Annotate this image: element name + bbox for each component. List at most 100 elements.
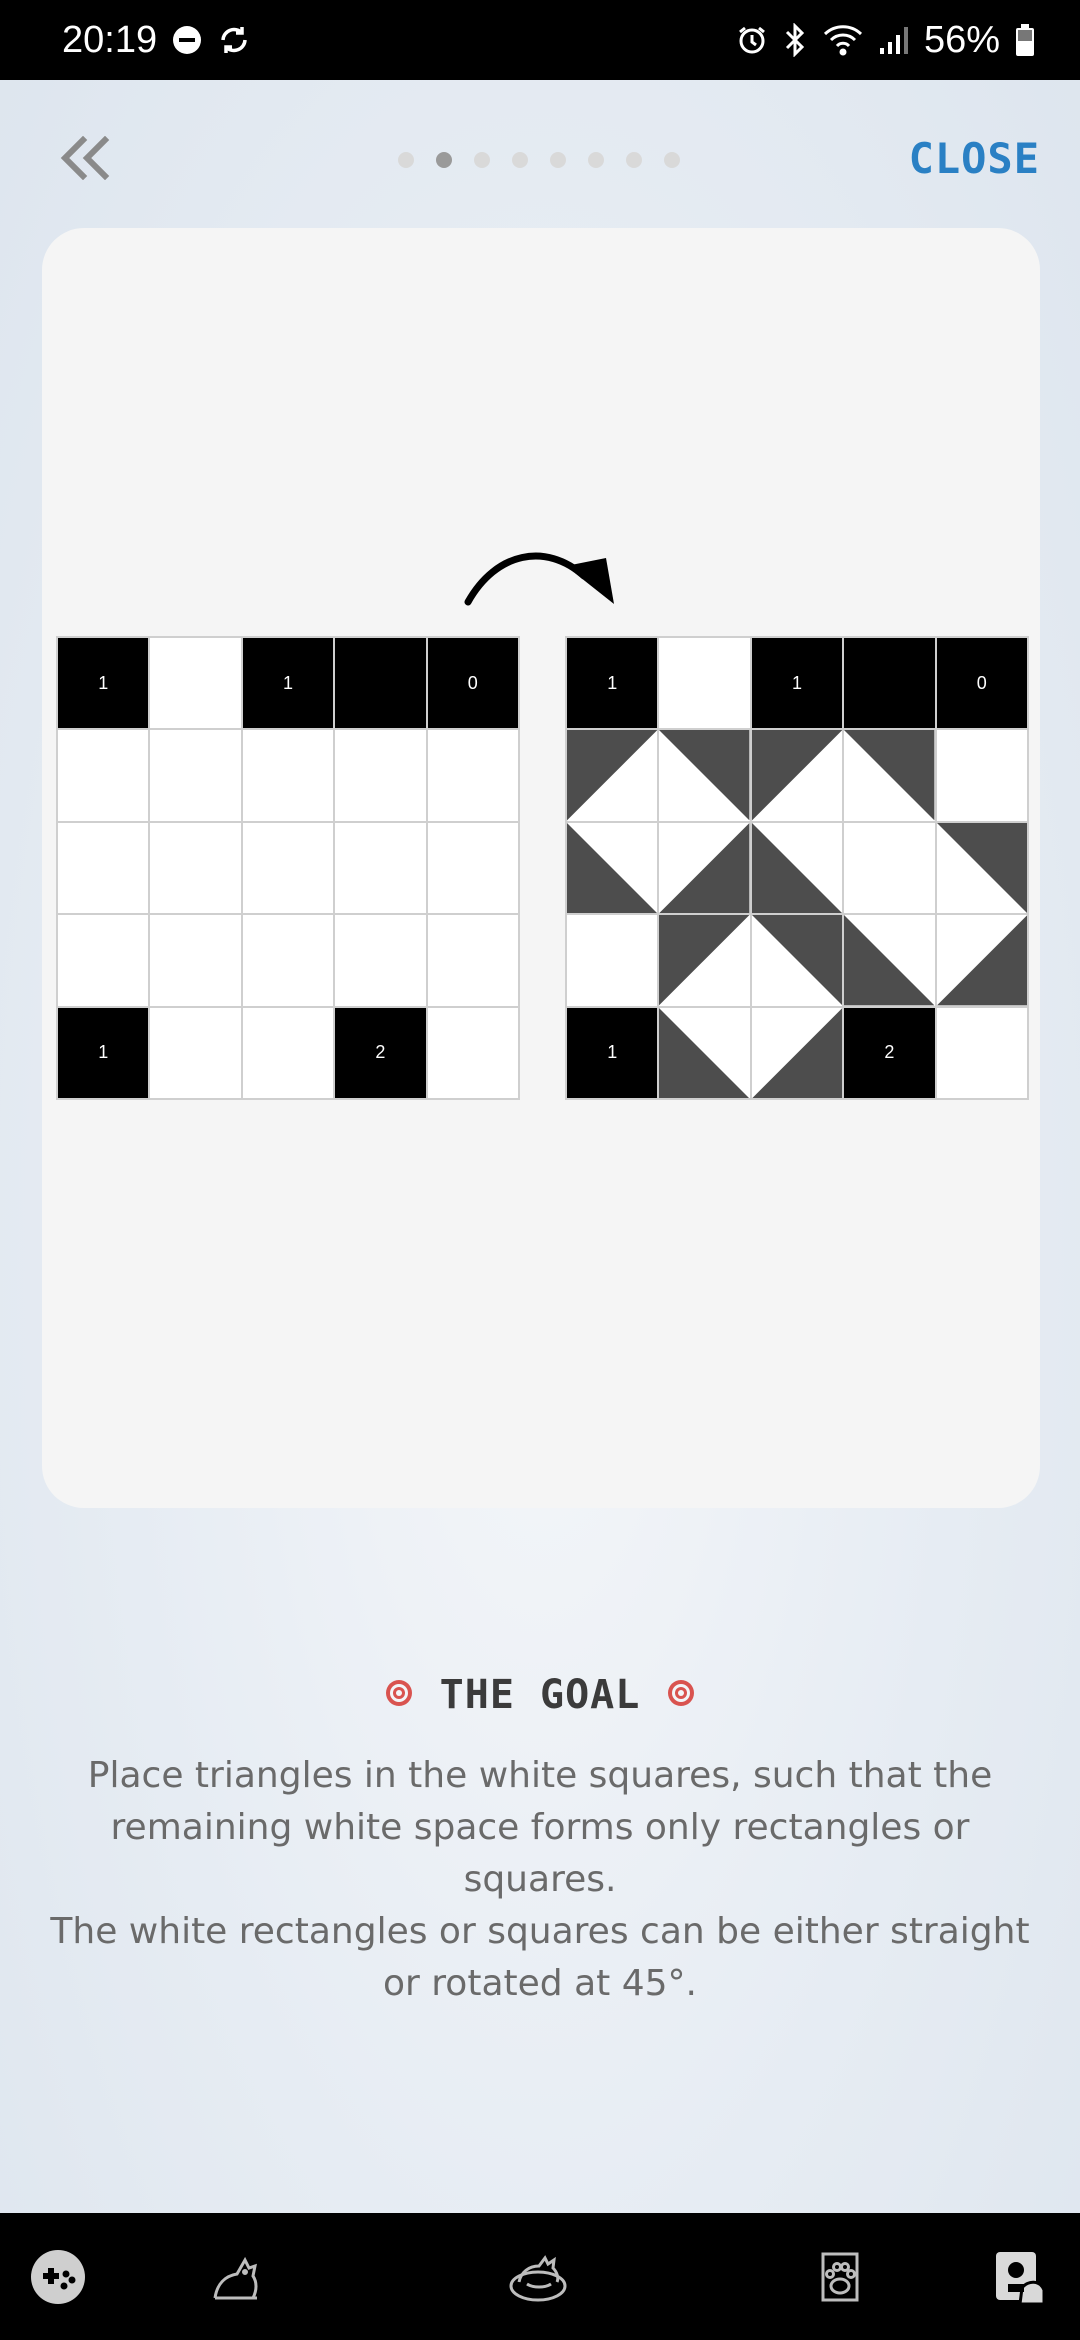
bluetooth-icon — [782, 23, 808, 57]
nav-cat-stretch[interactable] — [206, 2249, 266, 2309]
cell-clue: 1 — [98, 672, 109, 693]
cell-clue: 1 — [791, 672, 802, 693]
nav-profile[interactable] — [990, 2249, 1050, 2309]
alarm-icon — [736, 24, 768, 56]
grid-cell-triangle — [936, 822, 1027, 914]
cell-clue: 1 — [282, 672, 293, 693]
grid-cell-white — [659, 638, 750, 729]
grid-cell-white — [427, 730, 518, 821]
page-dot-1[interactable] — [398, 152, 414, 168]
grid-cell-black — [335, 638, 426, 729]
battery-percent: 56% — [923, 18, 1000, 61]
cell-clue: 1 — [607, 1042, 618, 1063]
grid-cell-black: 1 — [58, 1007, 149, 1098]
grid-cell-white — [150, 730, 241, 821]
grid-cell-white — [427, 915, 518, 1006]
grid-cell-triangle — [659, 730, 750, 821]
grid-cell-white — [427, 1007, 518, 1098]
back-button[interactable] — [50, 130, 120, 190]
grid-cell-triangle — [659, 822, 750, 914]
grid-cell-black: 2 — [844, 1007, 935, 1098]
page-indicator — [398, 152, 680, 168]
grid-cell-triangle — [844, 730, 935, 821]
puzzle-grid-before: 1 1 0 1 2 — [56, 636, 520, 1100]
grid-cell-white — [242, 730, 334, 821]
cell-clue: 1 — [98, 1042, 109, 1063]
grid-cell-black: 1 — [567, 1007, 658, 1098]
nav-games[interactable] — [28, 2249, 88, 2309]
grid-cell-black: 1 — [567, 638, 658, 729]
page-dot-6[interactable] — [588, 152, 604, 168]
battery-icon — [1014, 23, 1036, 57]
grid-cell-white — [335, 915, 426, 1006]
goal-line-2: The white rectangles or squares can be e… — [50, 1911, 1030, 2004]
grid-cell-white — [335, 730, 426, 821]
double-chevron-left-icon — [59, 135, 111, 184]
sync-icon — [217, 23, 251, 57]
grid-cell-triangle — [567, 822, 658, 914]
grid-cell-white — [567, 915, 658, 1006]
status-bar: 20:19 56% — [0, 0, 1080, 80]
page-dot-2[interactable] — [436, 152, 452, 168]
grid-cell-white — [242, 1007, 334, 1098]
goal-description: Place triangles in the white squares, su… — [50, 1750, 1030, 2010]
grid-cell-black: 1 — [751, 638, 843, 729]
page-dot-8[interactable] — [664, 152, 680, 168]
status-time: 20:19 — [62, 18, 158, 61]
grid-cell-white — [150, 822, 241, 914]
grid-cell-white — [335, 822, 426, 914]
grid-cell-black: 1 — [58, 638, 149, 729]
grid-cell-white — [844, 822, 935, 914]
nav-cat-bed[interactable] — [508, 2249, 568, 2309]
goal-title: THE GOAL — [439, 1672, 641, 1718]
cell-clue: 2 — [884, 1042, 895, 1063]
nav-paw[interactable] — [810, 2249, 870, 2309]
grid-cell-triangle — [751, 730, 843, 821]
grid-cell-triangle — [936, 915, 1027, 1006]
do-not-disturb-icon — [171, 24, 203, 56]
grid-cell-black: 0 — [936, 638, 1027, 729]
curved-arrow-icon — [456, 532, 616, 616]
bottom-navigation — [0, 2213, 1080, 2340]
grid-cell-triangle — [844, 915, 935, 1006]
page-dot-4[interactable] — [512, 152, 528, 168]
grid-cell-triangle — [751, 915, 843, 1006]
grid-cell-white — [427, 822, 518, 914]
grid-cell-black — [844, 638, 935, 729]
close-button[interactable]: CLOSE — [909, 134, 1040, 183]
grid-cell-black: 2 — [335, 1007, 426, 1098]
cell-clue: 1 — [607, 672, 618, 693]
grid-cell-white — [58, 915, 149, 1006]
cell-clue: 2 — [375, 1042, 386, 1063]
grid-cell-white — [58, 822, 149, 914]
grid-cell-black: 1 — [242, 638, 334, 729]
cat-bed-icon — [507, 2248, 569, 2310]
grid-cell-triangle — [659, 915, 750, 1006]
target-icon — [666, 1678, 696, 1712]
grid-cell-white — [936, 730, 1027, 821]
goal-heading: THE GOAL — [0, 1672, 1080, 1718]
grid-cell-white — [150, 915, 241, 1006]
signal-icon — [878, 24, 910, 56]
cat-stretch-icon — [207, 2248, 265, 2310]
page-dot-5[interactable] — [550, 152, 566, 168]
grid-cell-white — [242, 822, 334, 914]
grid-cell-triangle — [751, 1007, 843, 1098]
grid-cell-white — [242, 915, 334, 1006]
paw-icon — [815, 2248, 865, 2310]
page-dot-3[interactable] — [474, 152, 490, 168]
goal-line-1: Place triangles in the white squares, su… — [87, 1755, 993, 1900]
puzzle-grid-solution: 1 1 0 1 2 — [565, 636, 1029, 1100]
grid-cell-white — [936, 1007, 1027, 1098]
gamepad-icon — [29, 2248, 87, 2310]
cell-clue: 0 — [976, 672, 987, 693]
grid-cell-triangle — [751, 822, 843, 914]
cell-clue: 0 — [467, 672, 478, 693]
page-dot-7[interactable] — [626, 152, 642, 168]
target-icon — [384, 1678, 414, 1712]
grid-cell-triangle — [567, 730, 658, 821]
cat-profile-icon — [992, 2248, 1048, 2310]
grid-cell-triangle — [659, 1007, 750, 1098]
wifi-icon — [822, 23, 864, 57]
grid-cell-white — [150, 638, 241, 729]
